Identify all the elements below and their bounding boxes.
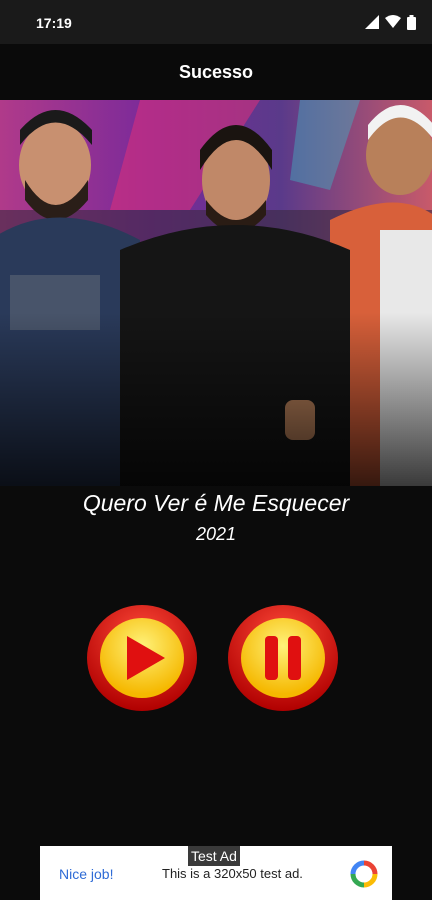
status-icons bbox=[365, 14, 416, 30]
status-bar: 17:19 bbox=[0, 0, 432, 44]
page-title: Sucesso bbox=[178, 61, 254, 82]
pause-button[interactable] bbox=[226, 603, 340, 713]
battery-icon bbox=[407, 14, 416, 30]
ad-nice-text[interactable]: Nice job! bbox=[59, 866, 113, 882]
play-button[interactable] bbox=[85, 603, 199, 713]
app-bar: Sucesso bbox=[0, 44, 432, 100]
signal-icon bbox=[365, 15, 379, 29]
ad-label: Test Ad bbox=[188, 846, 240, 866]
status-time: 17:19 bbox=[36, 15, 72, 31]
song-year: 2021 bbox=[195, 524, 237, 544]
artist-photo-illustration bbox=[0, 100, 432, 486]
artist-photo bbox=[0, 100, 432, 486]
ad-choices-icon[interactable] bbox=[350, 860, 378, 888]
song-title: Quero Ver é Me Esquecer bbox=[82, 490, 350, 516]
ad-description: This is a 320x50 test ad. bbox=[162, 866, 303, 881]
wifi-icon bbox=[385, 15, 401, 28]
